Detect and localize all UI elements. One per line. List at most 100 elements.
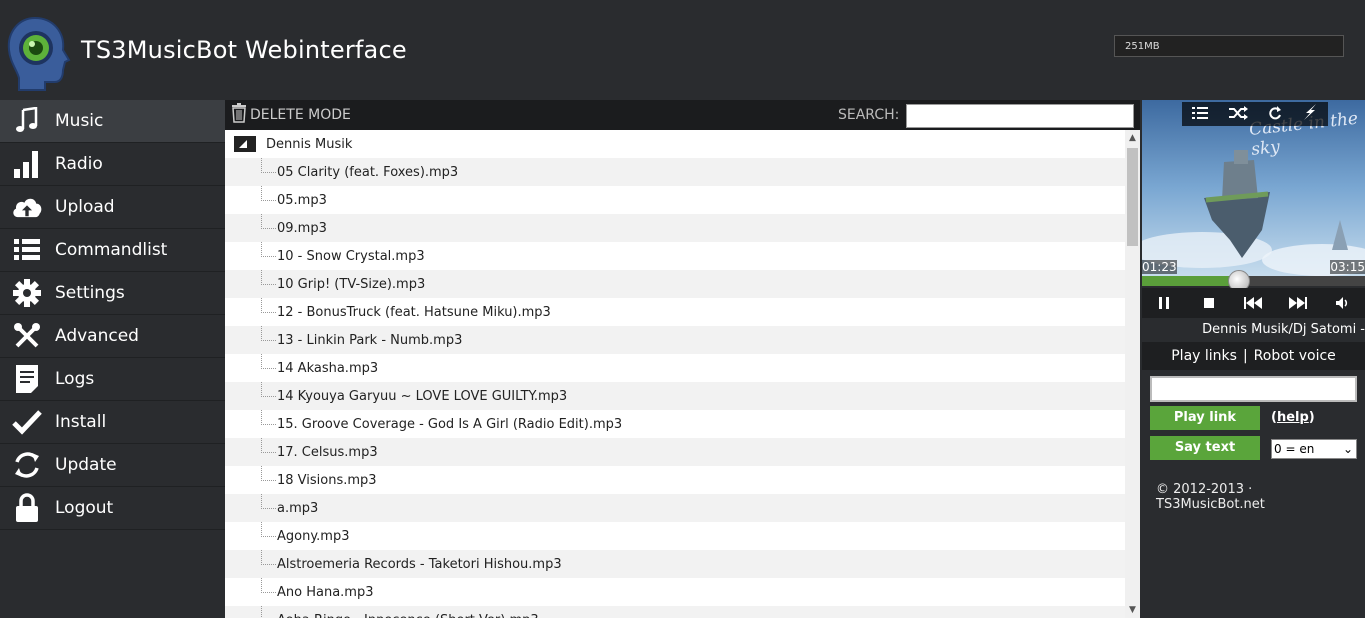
file-row[interactable]: 05.mp3 [225,186,1125,214]
file-name: 13 - Linkin Park - Numb.mp3 [277,332,463,348]
sidebar-item-label: Radio [55,154,103,174]
file-name: 09.mp3 [277,220,327,236]
sidebar-item-advanced[interactable]: Advanced [0,315,225,358]
copyright: © 2012-2013 · TS3MusicBot.net [1156,482,1265,512]
language-select[interactable]: 0 = en ⌄ [1271,439,1357,459]
file-name: 10 - Snow Crystal.mp3 [277,248,425,264]
scroll-thumb[interactable] [1127,148,1138,246]
pause-icon[interactable] [1151,292,1177,314]
file-row[interactable]: 10 - Snow Crystal.mp3 [225,242,1125,270]
file-name: 17. Celsus.mp3 [277,444,378,460]
sidebar-item-update[interactable]: Update [0,444,225,487]
next-icon[interactable] [1285,292,1311,314]
scrollbar[interactable]: ▲ ▼ [1125,130,1140,618]
file-row[interactable]: 14 Kyouya Garyuu ~ LOVE LOVE GUILTY.mp3 [225,382,1125,410]
music-icon [11,105,43,137]
file-row[interactable]: Aoba Ringo - Innocence (Short Ver).mp3 [225,606,1125,618]
file-name: 05 Clarity (feat. Foxes).mp3 [277,164,459,180]
tree-branch [261,606,276,618]
time-total: 03:15 [1330,260,1365,274]
sidebar-item-install[interactable]: Install [0,401,225,444]
sidebar-item-logs[interactable]: Logs [0,358,225,401]
help-link[interactable]: help [1277,410,1309,425]
app-title: TS3MusicBot Webinterface [81,36,407,64]
tree-branch [261,186,276,201]
file-row[interactable]: 13 - Linkin Park - Numb.mp3 [225,326,1125,354]
file-row[interactable]: Agony.mp3 [225,522,1125,550]
sidebar-item-commandlist[interactable]: Commandlist [0,229,225,272]
folder-name: Dennis Musik [266,136,353,152]
tab-robot-voice[interactable]: Robot voice [1254,348,1336,364]
file-row[interactable]: 17. Celsus.mp3 [225,438,1125,466]
file-name: 12 - BonusTruck (feat. Hatsune Miku).mp3 [277,304,551,320]
file-name: 10 Grip! (TV-Size).mp3 [277,276,426,292]
file-row[interactable]: 09.mp3 [225,214,1125,242]
progress-bar[interactable] [1142,270,1365,292]
sidebar: Music Radio Upload Commandlist Settings … [0,100,225,618]
refresh-icon [11,449,43,481]
file-name: 05.mp3 [277,192,327,208]
tree-branch [261,270,276,285]
file-row[interactable]: 10 Grip! (TV-Size).mp3 [225,270,1125,298]
playback-controls [1142,288,1365,318]
tree-branch [261,410,276,425]
play-link-button[interactable]: Play link [1150,406,1260,430]
trash-icon [231,103,247,127]
playlist-controls [1182,102,1328,126]
sidebar-item-label: Logout [55,498,114,518]
tree-branch [261,382,276,397]
folder-toggle-icon[interactable] [234,136,256,152]
now-playing: Dennis Musik/Dj Satomi - [1202,322,1365,337]
sidebar-item-upload[interactable]: Upload [0,186,225,229]
help-paren-close: ) [1308,410,1315,425]
stop-icon[interactable] [1196,292,1222,314]
list-icon [11,234,43,266]
tab-play-links[interactable]: Play links [1171,348,1237,364]
search-input[interactable] [906,104,1134,128]
tab-separator: | [1242,348,1248,364]
radio-icon [11,148,43,180]
logs-icon [11,363,43,395]
sidebar-item-music[interactable]: Music [0,100,225,143]
sidebar-item-label: Update [55,455,117,475]
scroll-up-icon[interactable]: ▲ [1125,130,1140,146]
help-link-wrap: (help) [1271,410,1315,425]
sidebar-item-radio[interactable]: Radio [0,143,225,186]
file-row[interactable]: 12 - BonusTruck (feat. Hatsune Miku).mp3 [225,298,1125,326]
sidebar-item-label: Music [55,111,104,131]
link-input[interactable] [1150,376,1357,402]
say-text-button[interactable]: Say text [1150,436,1260,460]
file-row[interactable]: a.mp3 [225,494,1125,522]
folder-row[interactable]: Dennis Musik [225,130,1125,158]
shuffle-icon[interactable] [1228,105,1248,124]
sidebar-item-label: Upload [55,197,115,217]
lightning-icon[interactable] [1302,104,1318,124]
music-panel: DELETE MODE SEARCH: Dennis Musik 05 Clar… [225,100,1140,618]
sidebar-item-settings[interactable]: Settings [0,272,225,315]
file-name: 14 Kyouya Garyuu ~ LOVE LOVE GUILTY.mp3 [277,388,568,404]
file-name: Agony.mp3 [277,528,350,544]
file-row[interactable]: 15. Groove Coverage - God Is A Girl (Rad… [225,410,1125,438]
previous-icon[interactable] [1240,292,1266,314]
repeat-icon[interactable] [1268,105,1282,124]
file-row[interactable]: Alstroemeria Records - Taketori Hishou.m… [225,550,1125,578]
file-row[interactable]: 05 Clarity (feat. Foxes).mp3 [225,158,1125,186]
check-icon [11,406,43,438]
volume-icon[interactable] [1330,292,1356,314]
tools-icon [11,320,43,352]
file-name: 18 Visions.mp3 [277,472,377,488]
sidebar-item-label: Advanced [55,326,139,346]
file-toolbar: DELETE MODE SEARCH: [225,100,1140,130]
file-name: Aoba Ringo - Innocence (Short Ver).mp3 [277,613,539,618]
tree-branch [261,214,276,229]
sidebar-item-logout[interactable]: Logout [0,487,225,530]
tree-branch [261,326,276,341]
delete-mode-button[interactable]: DELETE MODE [231,103,351,127]
file-row[interactable]: Ano Hana.mp3 [225,578,1125,606]
file-row[interactable]: 18 Visions.mp3 [225,466,1125,494]
playlist-icon[interactable] [1192,105,1208,124]
file-name: 15. Groove Coverage - God Is A Girl (Rad… [277,416,623,432]
file-row[interactable]: 14 Akasha.mp3 [225,354,1125,382]
memory-usage: 251MB [1114,35,1344,57]
scroll-down-icon[interactable]: ▼ [1125,602,1140,618]
